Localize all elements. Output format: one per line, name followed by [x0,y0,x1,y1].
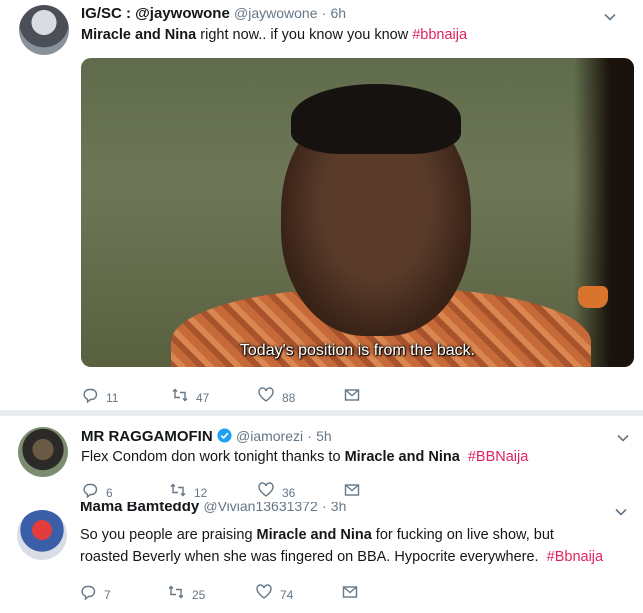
media-lamp [578,286,608,308]
tweet-text-line-2: roasted Beverly when she was fingered on… [80,546,630,568]
tweet-text-pre: So you people are praising [80,527,257,543]
reply-button[interactable]: 6 [82,482,170,503]
media-caption: Today's position is from the back. [239,342,476,359]
retweet-count: 25 [192,587,206,602]
tweet-header: IG/SC : @jaywowone @jaywowone · 6h [81,4,346,23]
avatar[interactable] [19,5,69,55]
timestamp[interactable]: 3h [331,502,347,514]
like-count: 88 [282,390,296,405]
retweet-icon [168,584,184,605]
tweet-text: Flex Condom don work tonight thanks to M… [81,446,528,468]
avatar[interactable] [17,510,67,560]
highlighted-text: Miracle and Nina [81,27,197,43]
reply-button[interactable]: 11 [82,387,172,408]
tweet-actions: 6 12 36 [82,482,360,503]
like-icon [258,387,274,408]
reply-count: 11 [106,390,119,405]
tweet-1[interactable]: IG/SC : @jaywowone @jaywowone · 6h Mirac… [0,0,643,410]
like-button[interactable]: 88 [258,387,344,408]
tweet-text: So you people are praising Miracle and N… [80,524,630,568]
handle[interactable]: @Vivian13631372 [203,502,317,514]
message-button[interactable] [342,584,358,605]
retweet-count: 12 [194,485,208,500]
tweet-text-post [460,449,468,465]
like-icon [258,482,274,503]
reply-icon [82,387,98,408]
tweet-actions: 11 47 88 [82,387,360,408]
retweet-button[interactable]: 25 [168,584,256,605]
message-icon [344,387,360,408]
verified-icon [217,428,232,443]
chevron-down-icon[interactable] [603,10,617,24]
tweet-header: MR RAGGAMOFIN @iamorezi · 5h [81,427,332,446]
reply-icon [82,482,98,503]
chevron-down-icon[interactable] [614,505,628,519]
retweet-icon [172,387,188,408]
retweet-button[interactable]: 12 [170,482,258,503]
tweet-text-line2: roasted Beverly when she was fingered on… [80,549,547,565]
tweet-text-pre: Flex Condom don work tonight thanks to [81,449,345,465]
retweet-button[interactable]: 47 [172,387,258,408]
tweet-2[interactable]: MR RAGGAMOFIN @iamorezi · 5h Flex Condom… [0,416,643,502]
reply-count: 6 [106,485,113,500]
like-icon [256,584,272,605]
like-button[interactable]: 36 [258,482,344,503]
message-icon [344,482,360,503]
hashtag-link[interactable]: #BBNaija [468,449,528,465]
avatar[interactable] [18,427,68,477]
highlighted-text: Miracle and Nina [256,527,372,543]
reply-count: 7 [104,587,111,602]
hashtag-link[interactable]: #bbnaija [412,27,467,43]
like-button[interactable]: 74 [256,584,342,605]
reply-button[interactable]: 7 [80,584,168,605]
message-button[interactable] [344,387,360,408]
message-icon [342,584,358,605]
tweet-actions: 7 25 74 [80,584,358,605]
tweet-header: Mama Bamteddy @Vivian13631372 · 3h [80,502,346,516]
media-hair [291,84,461,154]
retweet-icon [170,482,186,503]
media-shadow [574,58,634,367]
tweet-text: Miracle and Nina right now.. if you know… [81,24,467,46]
message-button[interactable] [344,482,360,503]
highlighted-text: Miracle and Nina [344,449,460,465]
reply-icon [80,584,96,605]
tweet-text-line1-post: for fucking on live show, but [371,527,554,543]
display-name[interactable]: MR RAGGAMOFIN [81,428,213,445]
handle[interactable]: @jaywowone [234,5,317,21]
display-name[interactable]: Mama Bamteddy [80,502,199,515]
hashtag-link[interactable]: #Bbnaija [547,549,603,565]
timestamp[interactable]: 5h [316,428,332,444]
separator-dot: · [307,428,312,444]
tweet-text-rest: right now.. if you know you know [196,27,413,43]
separator-dot: · [321,5,327,21]
display-name[interactable]: IG/SC : @jaywowone [81,5,230,22]
separator-dot: · [321,502,327,514]
handle[interactable]: @iamorezi [236,428,303,444]
like-count: 74 [280,587,294,602]
timestamp[interactable]: 6h [331,5,347,21]
tweet-text-line-1: So you people are praising Miracle and N… [80,524,630,546]
tweet-media[interactable]: Today's position is from the back. [81,58,634,367]
like-count: 36 [282,485,296,500]
chevron-down-icon[interactable] [616,431,630,445]
retweet-count: 47 [196,390,210,405]
